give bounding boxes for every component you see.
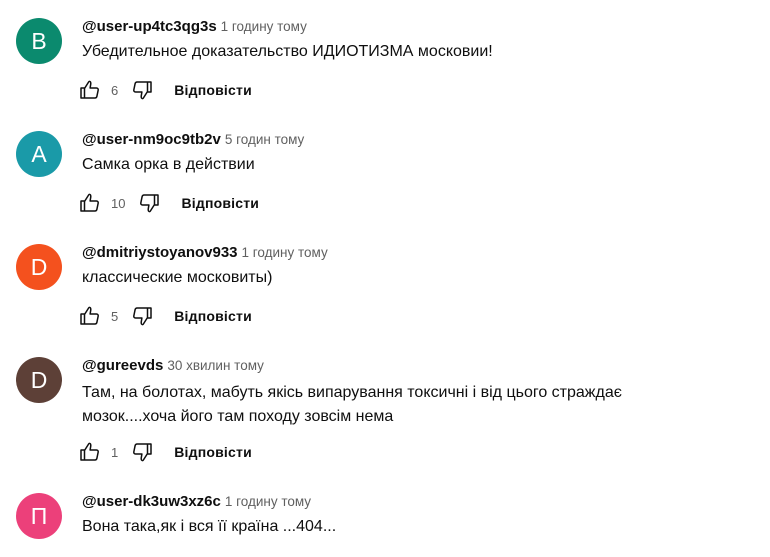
comment-actions: 5 Відповісти <box>78 304 252 328</box>
reply-button[interactable]: Відповісти <box>174 308 252 324</box>
comment-header: @user-dk3uw3xz6c 1 годину тому <box>82 492 311 512</box>
comment-author[interactable]: @user-nm9oc9tb2v <box>82 131 221 148</box>
comment-author[interactable]: @user-dk3uw3xz6c <box>82 493 221 510</box>
comment-timestamp[interactable]: 1 годину тому <box>225 494 311 509</box>
thumbs-down-icon[interactable] <box>130 304 154 328</box>
comment-text: Убедительное доказательство ИДИОТИЗМА мо… <box>82 43 493 60</box>
comment-timestamp[interactable]: 5 годин тому <box>225 132 304 147</box>
thumbs-up-icon[interactable] <box>78 440 102 464</box>
avatar[interactable]: D <box>16 357 62 403</box>
like-count: 1 <box>111 444 119 460</box>
avatar[interactable]: B <box>16 18 62 64</box>
comment-text: Вона така,як і вся її країна ...404... <box>82 518 337 535</box>
reply-button[interactable]: Відповісти <box>181 195 259 211</box>
comment-text: Там, на болотах, мабуть якісь випаруванн… <box>82 384 622 425</box>
reply-button[interactable]: Відповісти <box>174 444 252 460</box>
comment-header: @gureevds 30 хвилин тому <box>82 356 264 376</box>
like-count: 5 <box>111 308 119 324</box>
comment-timestamp[interactable]: 1 годину тому <box>221 19 307 34</box>
comment-header: @user-nm9oc9tb2v 5 годин тому <box>82 130 304 150</box>
thumbs-down-icon[interactable] <box>137 191 161 215</box>
avatar[interactable]: П <box>16 493 62 539</box>
reply-button[interactable]: Відповісти <box>174 82 252 98</box>
thumbs-up-icon[interactable] <box>78 78 102 102</box>
avatar[interactable]: D <box>16 244 62 290</box>
comment-timestamp[interactable]: 1 годину тому <box>242 245 328 260</box>
comment-text: классические московиты) <box>82 269 273 286</box>
comment-author[interactable]: @dmitriystoyanov933 <box>82 244 238 261</box>
like-count: 10 <box>111 195 126 211</box>
comment-header: @dmitriystoyanov933 1 годину тому <box>82 243 328 263</box>
comment-timestamp[interactable]: 30 хвилин тому <box>167 358 264 373</box>
thumbs-down-icon[interactable] <box>130 78 154 102</box>
comment-author[interactable]: @gureevds <box>82 357 163 374</box>
comment-actions: 10 Відповісти <box>78 191 259 215</box>
thumbs-up-icon[interactable] <box>78 191 102 215</box>
thumbs-down-icon[interactable] <box>130 440 154 464</box>
comment-actions: 1 Відповісти <box>78 440 252 464</box>
comment-text: Самка орка в действии <box>82 156 255 173</box>
comment-actions: 6 Відповісти <box>78 78 252 102</box>
thumbs-up-icon[interactable] <box>78 304 102 328</box>
like-count: 6 <box>111 82 119 98</box>
avatar[interactable]: A <box>16 131 62 177</box>
comment-header: @user-up4tc3qg3s 1 годину тому <box>82 17 307 37</box>
comment-author[interactable]: @user-up4tc3qg3s <box>82 18 217 35</box>
